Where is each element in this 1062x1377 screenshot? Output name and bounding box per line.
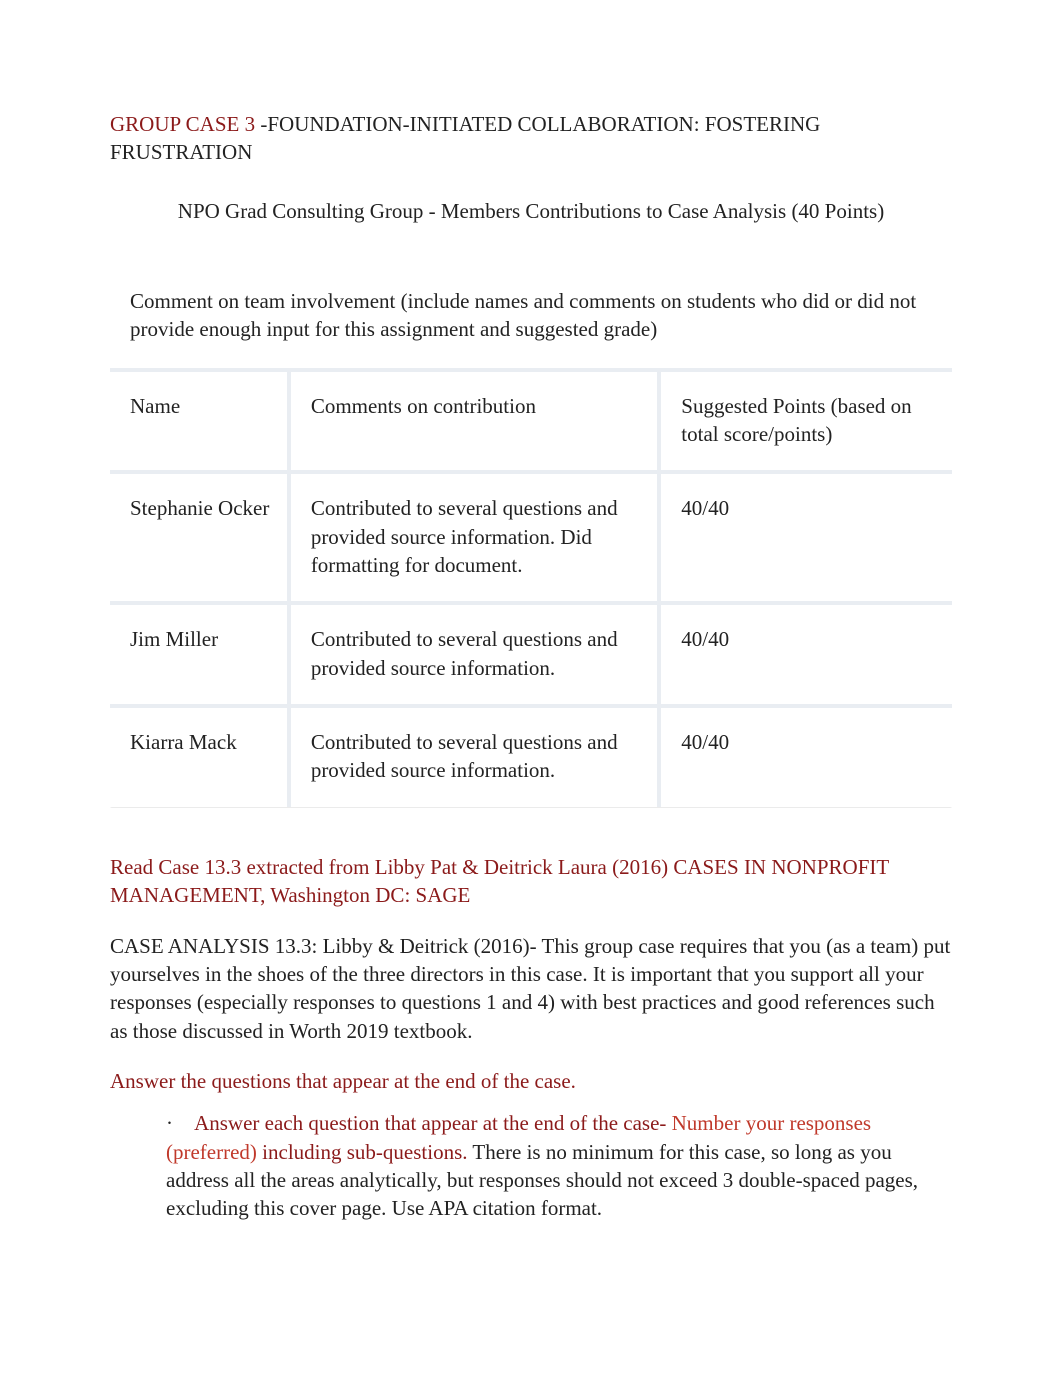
reading-lead: Read Case 13.3 extracted from [110, 855, 375, 879]
table-row: Stephanie Ocker Contributed to several q… [110, 470, 952, 601]
case-analysis-text: CASE ANALYSIS 13.3: Libby & Deitrick (20… [110, 932, 952, 1045]
page-title: GROUP CASE 3 -FOUNDATION-INITIATED COLLA… [110, 110, 952, 167]
cell-comment: Contributed to several questions and pro… [287, 601, 657, 704]
cell-comment: Contributed to several questions and pro… [287, 470, 657, 601]
table-header-text: Comment on team involvement (include nam… [110, 263, 952, 368]
cell-name: Stephanie Ocker [110, 470, 287, 601]
bullet-seg3: including sub-questions. [262, 1140, 472, 1164]
table-row: Jim Miller Contributed to several questi… [110, 601, 952, 704]
contribution-table: Comment on team involvement (include nam… [110, 263, 952, 807]
answer-heading: Answer the questions that appear at the … [110, 1067, 952, 1095]
bullet-item: · Answer each question that appear at th… [166, 1109, 922, 1222]
bullet-dot-icon: · [166, 1109, 190, 1137]
col-header-name: Name [110, 368, 287, 471]
table-header-row: Comment on team involvement (include nam… [110, 263, 952, 368]
case-number: GROUP CASE 3 [110, 112, 255, 136]
cell-name: Kiarra Mack [110, 704, 287, 807]
col-header-points: Suggested Points (based on total score/p… [657, 368, 952, 471]
table-row: Kiarra Mack Contributed to several quest… [110, 704, 952, 807]
col-header-comments: Comments on contribution [287, 368, 657, 471]
cell-points: 40/40 [657, 601, 952, 704]
document-page: GROUP CASE 3 -FOUNDATION-INITIATED COLLA… [0, 0, 1062, 1377]
reading-instruction: Read Case 13.3 extracted from Libby Pat … [110, 853, 952, 910]
cell-points: 40/40 [657, 704, 952, 807]
table-column-headers: Name Comments on contribution Suggested … [110, 368, 952, 471]
subtitle: NPO Grad Consulting Group - Members Cont… [110, 197, 952, 225]
title-dash: - [255, 112, 267, 136]
cell-points: 40/40 [657, 470, 952, 601]
bullet-seg1: Answer each question that appear at the … [194, 1111, 672, 1135]
cell-name: Jim Miller [110, 601, 287, 704]
cell-comment: Contributed to several questions and pro… [287, 704, 657, 807]
